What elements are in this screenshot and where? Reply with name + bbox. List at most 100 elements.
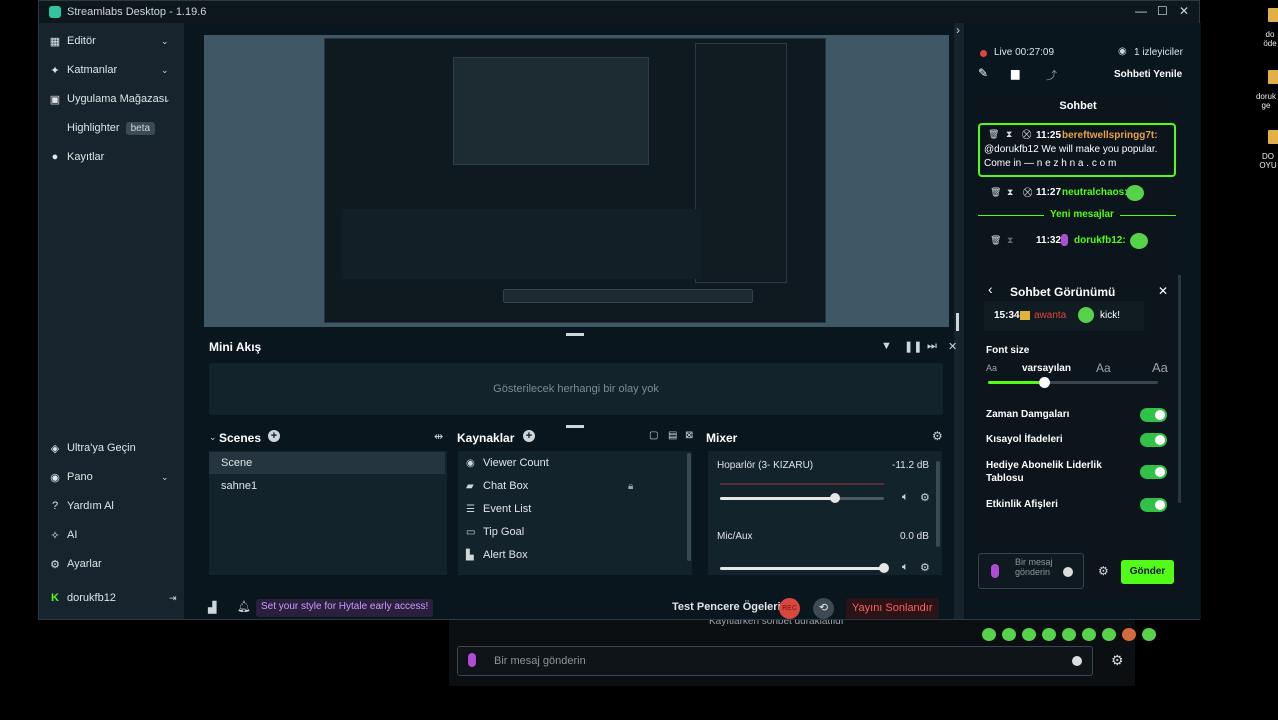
sidebar-item-dashboard[interactable]: ◉ Pano ⌄ [49, 468, 168, 486]
sidebar-item-ai[interactable]: ✧ AI [49, 526, 77, 544]
test-widgets-label[interactable]: Test Pencere Ögeleri [672, 601, 781, 613]
mute-alerts-icon[interactable]: ✕ [948, 340, 957, 353]
close-popup-icon[interactable]: ✕ [1158, 284, 1168, 298]
font-size-slider-knob[interactable] [1038, 377, 1050, 388]
volume-slider[interactable] [720, 563, 889, 573]
mod-delete-icon[interactable]: 🗑︎ [988, 129, 999, 140]
sources-scrollbar[interactable] [687, 453, 691, 561]
emote-icon[interactable] [1062, 628, 1076, 641]
chat-settings-icon[interactable]: ⚙ [1098, 564, 1109, 578]
source-group-icon[interactable]: ▤ [668, 430, 677, 441]
scene-item[interactable]: sahne1 [209, 475, 445, 497]
mic-icon[interactable] [468, 653, 476, 667]
emote-icon[interactable] [1082, 628, 1096, 641]
end-stream-button[interactable]: Yayını Sonlandır [846, 598, 939, 619]
eye-icon[interactable]: ◉ [466, 458, 478, 469]
chevron-down-icon[interactable]: ⌄ [161, 36, 169, 47]
scene-transition-icon[interactable]: ⇹ [434, 430, 443, 443]
external-chat-input[interactable]: Bir mesaj gönderin [457, 646, 1093, 676]
scene-item[interactable]: Scene [209, 452, 445, 474]
sidebar-item-editor[interactable]: ▦ Editör ⌄ [49, 32, 169, 50]
resize-handle[interactable] [566, 333, 584, 336]
filter-icon[interactable]: ▼ [881, 340, 892, 352]
volume-slider-knob[interactable] [879, 563, 889, 573]
chevron-down-icon[interactable]: ⌄ [161, 65, 169, 76]
stats-icon[interactable]: ▟ [208, 601, 216, 614]
emote-icon[interactable] [982, 628, 996, 641]
emoji-icon[interactable] [1072, 656, 1082, 666]
rec-button[interactable]: REC [779, 598, 800, 619]
speaker-icon[interactable]: 🔈︎ [902, 491, 909, 504]
desktop-folder-icon[interactable] [1268, 8, 1278, 22]
back-icon[interactable]: ‹ [988, 281, 993, 297]
maximize-icon[interactable]: ☐ [1157, 4, 1168, 18]
emote-icon[interactable] [1022, 628, 1036, 641]
mod-timeout-icon[interactable]: ⧗ [1007, 235, 1013, 246]
channel-settings-icon[interactable]: ⚙ [920, 491, 930, 504]
emote-icon[interactable] [1042, 628, 1056, 641]
source-item[interactable]: ◉ Viewer Count [466, 453, 549, 473]
chevron-down-icon[interactable]: ⌄ [161, 472, 169, 483]
mod-ban-icon[interactable]: ⛒ [1022, 129, 1031, 140]
source-item[interactable]: ☰ Event List [466, 499, 531, 519]
notification-icon[interactable]: 🔔︎ [237, 600, 251, 613]
preview-scrollbar[interactable] [956, 313, 959, 331]
sidebar-item-account[interactable]: K dorukfb12 ⇥ [49, 589, 177, 607]
skip-icon[interactable]: ⏭ [927, 340, 937, 353]
mod-timeout-icon[interactable]: ⧗ [1007, 187, 1013, 198]
share-icon[interactable]: ⤴ [1046, 67, 1057, 83]
sidebar-item-store[interactable]: ▣ Uygulama Mağazası ⌄ [49, 90, 171, 108]
sidebar-item-recordings[interactable]: ● Kayıtlar [49, 148, 105, 166]
promo-banner[interactable]: Set your style for Hytale early access! [256, 599, 434, 617]
emote-icon[interactable] [1002, 628, 1016, 641]
option-toggle[interactable] [1140, 498, 1167, 512]
emote-icon[interactable] [1142, 628, 1156, 641]
resize-handle[interactable] [566, 425, 584, 428]
sidebar-item-settings[interactable]: ⚙ Ayarlar [49, 555, 102, 573]
mic-icon[interactable] [991, 564, 999, 578]
close-icon[interactable]: ✕ [1179, 4, 1189, 18]
option-toggle[interactable] [1140, 433, 1167, 447]
desktop-folder-icon[interactable] [1268, 130, 1278, 144]
option-toggle[interactable] [1140, 408, 1167, 422]
pause-icon[interactable]: ❚❚ [904, 340, 922, 353]
sidebar-item-help[interactable]: ? Yardım Al [49, 497, 114, 515]
channel-info-icon[interactable]: ▆ [1011, 67, 1019, 80]
sidebar-item-layers[interactable]: ✦ Katmanlar ⌄ [49, 61, 168, 79]
mod-timeout-icon[interactable]: ⧗ [1006, 129, 1012, 140]
mixer-scrollbar[interactable] [936, 461, 940, 547]
mod-delete-icon[interactable]: 🗑︎ [990, 235, 1001, 246]
send-button[interactable]: Gönder [1121, 560, 1174, 584]
option-toggle[interactable] [1140, 465, 1167, 479]
scenes-chevron-icon[interactable]: ⌄ [209, 432, 217, 443]
font-size-slider[interactable] [988, 377, 1158, 388]
mixer-settings-icon[interactable]: ⚙ [932, 429, 943, 443]
sidebar-item-highlighter[interactable]: Highlighter beta [49, 119, 156, 137]
chat-input[interactable]: Bir mesaj gönderin [978, 553, 1084, 589]
chevron-down-icon[interactable]: ⌄ [163, 94, 171, 105]
options-scrollbar[interactable] [1178, 275, 1181, 503]
settings-icon[interactable]: ⚙ [1111, 652, 1124, 669]
minimize-icon[interactable]: — [1135, 4, 1147, 18]
emoji-icon[interactable] [1063, 567, 1073, 577]
logout-icon[interactable]: ⇥ [169, 593, 177, 604]
edit-stream-icon[interactable]: ✎ [978, 66, 988, 80]
mod-ban-icon[interactable]: ⛒ [1023, 187, 1032, 198]
sidebar-item-ultra[interactable]: ◈ Ultra'ya Geçin [49, 439, 136, 457]
desktop-folder-icon[interactable] [1268, 70, 1278, 84]
source-folder-icon[interactable]: ▢ [649, 430, 658, 441]
source-item[interactable]: ▰ Chat Box [466, 476, 528, 496]
volume-slider-knob[interactable] [829, 493, 840, 503]
expand-chat-icon[interactable]: › [956, 23, 960, 37]
source-item[interactable]: ▭ Tip Goal [466, 522, 524, 542]
emote-icon[interactable] [1102, 628, 1116, 641]
volume-slider[interactable] [720, 493, 884, 503]
replay-buffer-icon[interactable]: ⟲ [813, 598, 834, 619]
channel-settings-icon[interactable]: ⚙ [920, 561, 930, 574]
speaker-icon[interactable]: 🔈︎ [902, 561, 909, 574]
source-item[interactable]: ▙ Alert Box [466, 545, 528, 565]
emote-icon[interactable] [1122, 628, 1136, 641]
refresh-chat-button[interactable]: Sohbeti Yenile [1114, 69, 1182, 80]
source-remove-icon[interactable]: ⊠ [685, 430, 693, 441]
lock-icon[interactable]: 🔒︎ [628, 481, 633, 492]
